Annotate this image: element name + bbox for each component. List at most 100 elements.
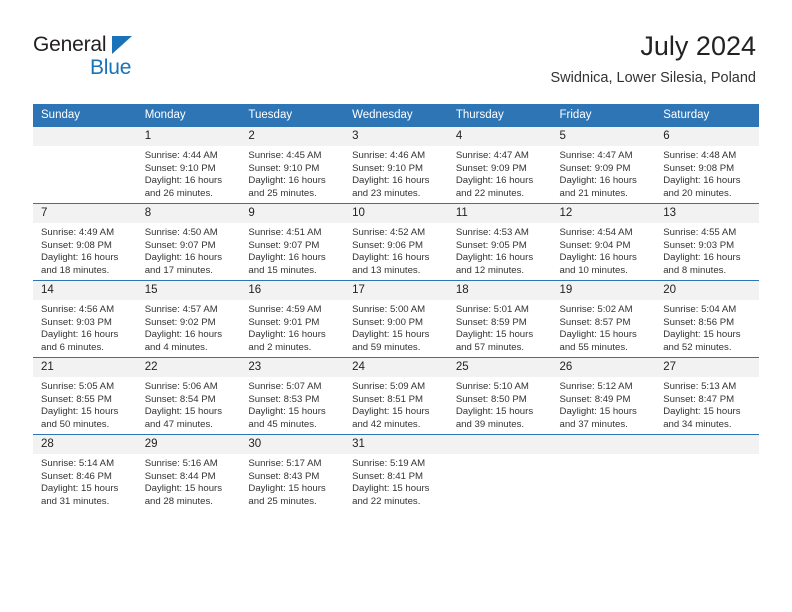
calendar-day-cell[interactable]: 12 Sunrise: 4:54 AM Sunset: 9:04 PM Dayligh… bbox=[551, 203, 656, 281]
calendar-day-cell[interactable]: 3 Sunrise: 4:46 AM Sunset: 9:10 PM Daylight… bbox=[344, 126, 448, 204]
daylight-text-line1: Daylight: 16 hours bbox=[41, 329, 119, 341]
calendar-day-cell[interactable]: 24 Sunrise: 5:09 AM Sunset: 8:51 PM Dayligh… bbox=[344, 357, 448, 435]
sunset-text: Sunset: 8:56 PM bbox=[663, 316, 735, 328]
sunrise-text: Sunrise: 5:17 AM bbox=[248, 458, 322, 469]
sunset-text: Sunset: 9:07 PM bbox=[144, 239, 216, 251]
daylight-text-line1: Daylight: 16 hours bbox=[248, 252, 326, 264]
day-number: 22 bbox=[136, 358, 241, 377]
calendar-day-cell[interactable]: 19 Sunrise: 5:02 AM Sunset: 8:57 PM Dayligh… bbox=[551, 280, 656, 358]
page-title: July 2024 bbox=[640, 31, 756, 61]
sunset-text: Sunset: 9:10 PM bbox=[248, 162, 320, 174]
day-number: 1 bbox=[136, 127, 241, 146]
logo-text-general: General bbox=[33, 33, 107, 56]
sunset-text: Sunset: 9:08 PM bbox=[41, 239, 112, 251]
daylight-text-line2: and 47 minutes. bbox=[144, 418, 213, 430]
calendar-day-cell[interactable]: 13 Sunrise: 4:55 AM Sunset: 9:03 PM Dayligh… bbox=[655, 203, 759, 281]
calendar-day-cell[interactable]: 14 Sunrise: 4:56 AM Sunset: 9:03 PM Dayligh… bbox=[33, 280, 137, 358]
calendar-day-cell[interactable]: 10 Sunrise: 4:52 AM Sunset: 9:06 PM Dayligh… bbox=[344, 203, 448, 281]
calendar-week-row: 1 Sunrise: 4:44 AM Sunset: 9:10 PM Daylight… bbox=[33, 126, 759, 204]
daylight-text-line1: Daylight: 16 hours bbox=[41, 252, 119, 264]
sunrise-text: Sunrise: 4:45 AM bbox=[248, 150, 322, 161]
calendar-day-cell[interactable]: 22 Sunrise: 5:06 AM Sunset: 8:54 PM Dayligh… bbox=[136, 357, 241, 435]
day-number: 4 bbox=[447, 127, 552, 146]
sunrise-text: Sunrise: 5:07 AM bbox=[248, 381, 322, 392]
calendar-day-cell[interactable]: 23 Sunrise: 5:07 AM Sunset: 8:53 PM Dayligh… bbox=[240, 357, 345, 435]
calendar-day-cell[interactable]: 8 Sunrise: 4:50 AM Sunset: 9:07 PM Daylight… bbox=[136, 203, 241, 281]
daylight-text-line2: and 52 minutes. bbox=[663, 341, 732, 353]
day-details: Sunrise: 5:13 AM Sunset: 8:47 PM Daylight:… bbox=[655, 377, 759, 431]
calendar-day-cell[interactable]: 5 Sunrise: 4:47 AM Sunset: 9:09 PM Daylight… bbox=[551, 126, 656, 204]
calendar-day-cell[interactable]: 11 Sunrise: 4:53 AM Sunset: 9:05 PM Dayligh… bbox=[447, 203, 552, 281]
daylight-text-line2: and 22 minutes. bbox=[352, 495, 421, 507]
day-number: 17 bbox=[344, 281, 448, 300]
sunset-text: Sunset: 9:03 PM bbox=[663, 239, 735, 251]
sunrise-text: Sunrise: 5:09 AM bbox=[352, 381, 426, 392]
sunset-text: Sunset: 8:59 PM bbox=[455, 316, 527, 328]
calendar-day-cell[interactable]: 26 Sunrise: 5:12 AM Sunset: 8:49 PM Dayligh… bbox=[551, 357, 656, 435]
daylight-text-line1: Daylight: 16 hours bbox=[455, 252, 534, 264]
daylight-text-line1: Daylight: 16 hours bbox=[144, 252, 223, 264]
sunrise-text: Sunrise: 5:04 AM bbox=[663, 304, 737, 315]
calendar-day-cell[interactable]: 2 Sunrise: 4:45 AM Sunset: 9:10 PM Daylight… bbox=[240, 126, 345, 204]
calendar-day-cell[interactable]: 15 Sunrise: 4:57 AM Sunset: 9:02 PM Dayligh… bbox=[136, 280, 241, 358]
daylight-text-line1: Daylight: 16 hours bbox=[144, 329, 223, 341]
calendar-day-cell[interactable]: 30 Sunrise: 5:17 AM Sunset: 8:43 PM Dayligh… bbox=[240, 434, 345, 511]
daylight-text-line2: and 37 minutes. bbox=[559, 418, 628, 430]
day-number: 29 bbox=[136, 435, 241, 454]
sunset-text: Sunset: 8:46 PM bbox=[41, 470, 112, 482]
sunset-text: Sunset: 9:10 PM bbox=[144, 162, 216, 174]
calendar-day-cell[interactable]: 28 Sunrise: 5:14 AM Sunset: 8:46 PM Dayligh… bbox=[33, 434, 137, 511]
sunrise-text: Sunrise: 4:59 AM bbox=[248, 304, 322, 315]
sunset-text: Sunset: 8:55 PM bbox=[41, 393, 112, 405]
day-details: Sunrise: 4:44 AM Sunset: 9:10 PM Daylight:… bbox=[137, 146, 241, 200]
day-details: Sunrise: 4:57 AM Sunset: 9:02 PM Daylight:… bbox=[137, 300, 241, 354]
calendar-day-cell[interactable]: 27 Sunrise: 5:13 AM Sunset: 8:47 PM Dayligh… bbox=[655, 357, 759, 435]
daylight-text-line1: Daylight: 15 hours bbox=[559, 406, 637, 418]
day-number: 20 bbox=[655, 281, 759, 300]
day-details: Sunrise: 5:05 AM Sunset: 8:55 PM Daylight:… bbox=[33, 377, 137, 431]
day-details: Sunrise: 4:55 AM Sunset: 9:03 PM Daylight:… bbox=[655, 223, 759, 277]
daylight-text-line2: and 34 minutes. bbox=[663, 418, 732, 430]
day-details: Sunrise: 4:56 AM Sunset: 9:03 PM Daylight:… bbox=[33, 300, 137, 354]
calendar-week-row: 21 Sunrise: 5:05 AM Sunset: 8:55 PM Dayligh… bbox=[33, 357, 759, 435]
daylight-text-line2: and 28 minutes. bbox=[144, 495, 213, 507]
day-number: 15 bbox=[136, 281, 241, 300]
calendar-day-cell[interactable]: 20 Sunrise: 5:04 AM Sunset: 8:56 PM Dayligh… bbox=[655, 280, 759, 358]
sunrise-text: Sunrise: 5:05 AM bbox=[41, 381, 115, 392]
daylight-text-line1: Daylight: 16 hours bbox=[559, 175, 637, 187]
sunrise-text: Sunrise: 5:10 AM bbox=[455, 381, 529, 392]
sunrise-text: Sunrise: 5:16 AM bbox=[144, 458, 218, 469]
calendar-day-cell[interactable]: 9 Sunrise: 4:51 AM Sunset: 9:07 PM Daylight… bbox=[240, 203, 345, 281]
logo-text-blue: Blue bbox=[90, 56, 132, 79]
calendar-day-cell[interactable]: 31 Sunrise: 5:19 AM Sunset: 8:41 PM Dayligh… bbox=[344, 434, 448, 511]
calendar-day-cell[interactable]: 16 Sunrise: 4:59 AM Sunset: 9:01 PM Dayligh… bbox=[240, 280, 345, 358]
day-details: Sunrise: 4:50 AM Sunset: 9:07 PM Daylight:… bbox=[137, 223, 241, 277]
calendar-day-cell[interactable]: 7 Sunrise: 4:49 AM Sunset: 9:08 PM Daylight… bbox=[33, 203, 137, 281]
daylight-text-line1: Daylight: 15 hours bbox=[41, 406, 119, 418]
location-subtitle: Swidnica, Lower Silesia, Poland bbox=[550, 70, 756, 86]
calendar-day-cell[interactable]: 21 Sunrise: 5:05 AM Sunset: 8:55 PM Dayligh… bbox=[33, 357, 137, 435]
calendar-day-cell[interactable]: 6 Sunrise: 4:48 AM Sunset: 9:08 PM Daylight… bbox=[655, 126, 759, 204]
sunrise-text: Sunrise: 4:47 AM bbox=[455, 150, 529, 161]
daylight-text-line2: and 59 minutes. bbox=[352, 341, 421, 353]
day-details: Sunrise: 5:19 AM Sunset: 8:41 PM Daylight:… bbox=[344, 454, 448, 508]
daylight-text-line1: Daylight: 16 hours bbox=[663, 175, 741, 187]
calendar-day-cell[interactable]: 25 Sunrise: 5:10 AM Sunset: 8:50 PM Dayligh… bbox=[447, 357, 552, 435]
day-number: 24 bbox=[344, 358, 448, 377]
calendar-day-cell[interactable]: 1 Sunrise: 4:44 AM Sunset: 9:10 PM Daylight… bbox=[136, 126, 241, 204]
sunset-text: Sunset: 8:54 PM bbox=[144, 393, 216, 405]
day-number: 3 bbox=[344, 127, 448, 146]
calendar-day-cell[interactable]: 17 Sunrise: 5:00 AM Sunset: 9:00 PM Dayligh… bbox=[344, 280, 448, 358]
sunrise-text: Sunrise: 5:00 AM bbox=[352, 304, 426, 315]
sunrise-text: Sunrise: 4:47 AM bbox=[559, 150, 633, 161]
calendar-day-cell[interactable]: 18 Sunrise: 5:01 AM Sunset: 8:59 PM Dayligh… bbox=[447, 280, 552, 358]
sunset-text: Sunset: 8:43 PM bbox=[248, 470, 320, 482]
sunrise-text: Sunrise: 4:53 AM bbox=[455, 227, 529, 238]
sunset-text: Sunset: 9:03 PM bbox=[41, 316, 112, 328]
day-details: Sunrise: 5:12 AM Sunset: 8:49 PM Daylight:… bbox=[552, 377, 656, 431]
calendar-day-cell[interactable]: 29 Sunrise: 5:16 AM Sunset: 8:44 PM Dayligh… bbox=[136, 434, 241, 511]
sunset-text: Sunset: 8:44 PM bbox=[144, 470, 216, 482]
title-block: July 2024 Swidnica, Lower Silesia, Polan… bbox=[550, 30, 756, 88]
day-details: Sunrise: 4:48 AM Sunset: 9:08 PM Daylight:… bbox=[655, 146, 759, 200]
calendar-day-cell[interactable]: 4 Sunrise: 4:47 AM Sunset: 9:09 PM Daylight… bbox=[447, 126, 552, 204]
